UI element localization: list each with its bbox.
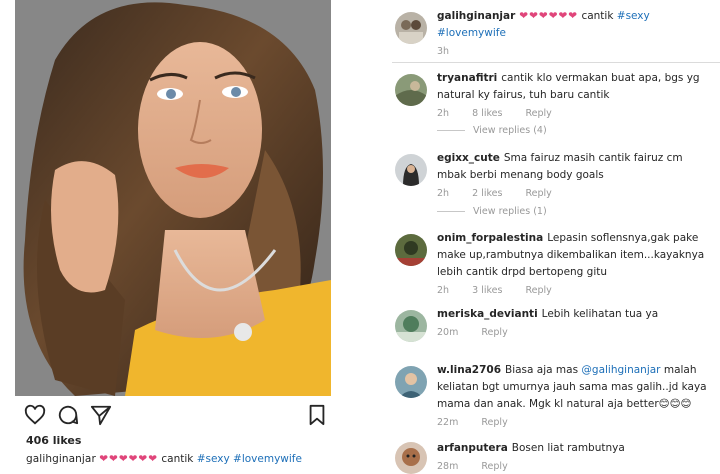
comment-text: Bosen liat rambutnya <box>511 442 625 454</box>
reply-button[interactable]: Reply <box>481 417 507 428</box>
avatar[interactable] <box>395 74 427 106</box>
comment-hearts: ❤❤❤❤❤❤ <box>519 10 579 22</box>
comment-time: 28m <box>437 461 459 472</box>
avatar[interactable] <box>395 366 427 398</box>
comment-username[interactable]: tryanafitri <box>437 72 497 84</box>
avatar[interactable] <box>395 442 427 474</box>
heart-icon[interactable] <box>24 404 46 426</box>
post-caption: galihginanjar ❤❤❤❤❤❤ cantik #sexy #lovem… <box>26 453 302 465</box>
comment-time: 3h <box>437 46 450 57</box>
view-replies-button[interactable]: View replies (1) <box>437 206 547 217</box>
comment-time: 2h <box>437 285 450 296</box>
divider <box>437 130 465 131</box>
likes-count[interactable]: 406 likes <box>26 434 81 447</box>
caption-text: cantik <box>161 453 194 465</box>
comments-panel: galihginanjar ❤❤❤❤❤❤ cantik #sexy #lovemy… <box>392 0 720 474</box>
comment-likes[interactable]: 2 likes <box>472 188 502 199</box>
view-replies-label: View replies (4) <box>473 125 547 136</box>
avatar[interactable] <box>395 234 427 266</box>
bookmark-icon[interactable] <box>306 404 328 426</box>
comment-time: 2h <box>437 108 450 119</box>
comment-likes[interactable]: 3 likes <box>472 285 502 296</box>
caption-hearts: ❤❤❤❤❤❤ <box>99 453 159 465</box>
post-photo[interactable] <box>15 0 331 396</box>
comment-username[interactable]: w.lina2706 <box>437 364 501 376</box>
view-replies-button[interactable]: View replies (4) <box>437 125 547 136</box>
comment-icon[interactable] <box>57 404 79 426</box>
comment-text: Biasa aja mas <box>505 364 579 376</box>
comment-text: cantik <box>581 10 614 22</box>
reply-button[interactable]: Reply <box>481 327 507 338</box>
comment-username[interactable]: galihginanjar <box>437 10 515 22</box>
caption-hashtag[interactable]: #lovemywife <box>233 453 302 465</box>
share-icon[interactable] <box>90 404 112 426</box>
post-action-bar <box>24 404 330 426</box>
reply-button[interactable]: Reply <box>525 285 551 296</box>
avatar[interactable] <box>395 310 427 342</box>
comment-hashtag[interactable]: #lovemywife <box>437 27 506 39</box>
divider <box>392 62 720 63</box>
caption-hashtag[interactable]: #sexy <box>197 453 230 465</box>
comment-time: 20m <box>437 327 459 338</box>
comment-username[interactable]: arfanputera <box>437 442 508 454</box>
divider <box>437 211 465 212</box>
avatar[interactable] <box>395 154 427 186</box>
comment-text: Lebih kelihatan tua ya <box>541 308 659 320</box>
reply-button[interactable]: Reply <box>481 461 507 472</box>
comment-username[interactable]: onim_forpalestina <box>437 232 543 244</box>
comment-username[interactable]: egixx_cute <box>437 152 500 164</box>
view-replies-label: View replies (1) <box>473 206 547 217</box>
comment-time: 22m <box>437 417 459 428</box>
comment-mention[interactable]: @galihginanjar <box>581 364 660 376</box>
reply-button[interactable]: Reply <box>525 108 551 119</box>
caption-username[interactable]: galihginanjar <box>26 453 96 465</box>
reply-button[interactable]: Reply <box>525 188 551 199</box>
avatar[interactable] <box>395 12 427 44</box>
comment-time: 2h <box>437 188 450 199</box>
comment-username[interactable]: meriska_devianti <box>437 308 538 320</box>
comment-likes[interactable]: 8 likes <box>472 108 502 119</box>
portrait-illustration <box>15 0 331 396</box>
comment-hashtag[interactable]: #sexy <box>617 10 650 22</box>
